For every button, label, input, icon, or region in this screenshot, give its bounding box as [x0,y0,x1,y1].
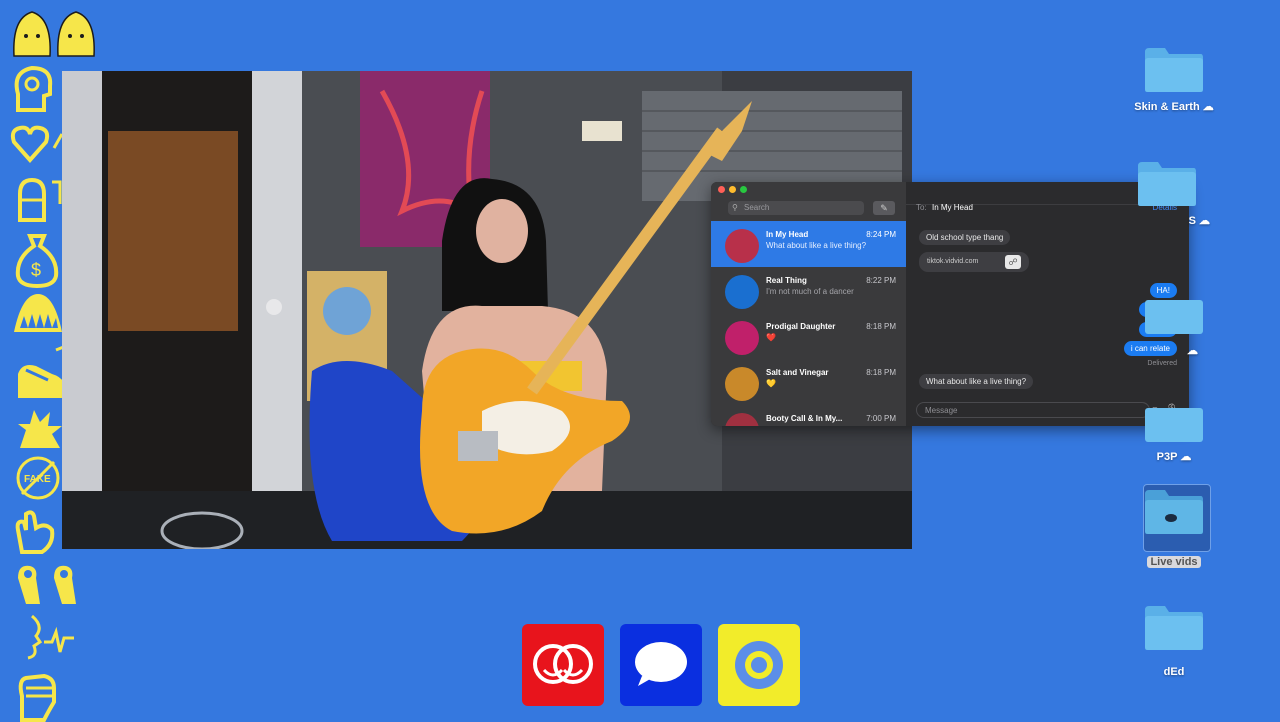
avatar [725,275,759,309]
svg-text:$: $ [31,260,41,280]
conversation-name: Real Thing [766,276,807,285]
conversation-item[interactable]: Salt and Vinegar 8:18 PM 💛 [711,359,906,405]
folder-label: P3P [1156,451,1178,463]
conversation-name: Salt and Vinegar [766,368,829,377]
no-fake-icon: FAKE [14,454,64,504]
messages-app-icon[interactable] [620,624,702,706]
link-icon: ☍ [1005,255,1021,269]
money-bag-icon: $ [14,232,60,288]
folder-icon [1136,160,1198,208]
conversation-preview: I'm not much of a dancer [766,287,854,296]
cloud-icon: ☁ [1187,345,1198,357]
message-bubble: i can relate [1123,341,1177,356]
link-preview[interactable]: tiktok.vidvid.com ☍ [919,252,1029,272]
explosion-icon [16,408,64,452]
heart-icon [10,124,66,164]
folder-icon [1143,604,1205,652]
swirl-app-icon[interactable] [718,624,800,706]
cloud-icon: ☁ [1202,101,1214,113]
folder-label: dEd [1163,666,1185,678]
conversation-time: 8:22 PM [866,276,896,285]
folder-skin-earth[interactable]: Skin & Earth ☁ [1129,46,1219,113]
conversation-time: 7:00 PM [866,414,896,423]
smiley-app-icon[interactable] [522,624,604,706]
conversation-item[interactable]: Prodigal Daughter 8:18 PM ❤️ [711,313,906,359]
snap-hand-icon [12,508,62,556]
conversation-item[interactable]: In My Head 8:24 PM What about like a liv… [711,221,906,267]
close-button[interactable] [718,186,725,193]
minimize-button[interactable] [729,186,736,193]
folder-label: Live vids [1147,556,1201,568]
messages-window[interactable]: ⚲ Search ✎ In My Head 8:24 PM What about… [711,182,1189,426]
folder-label: S [1188,215,1196,227]
conversation-preview: ❤️ [766,333,776,342]
message-bubble: Old school type thang [919,230,1011,245]
folder-unnamed[interactable]: ☁ [1129,288,1219,357]
face-pulse-icon [18,612,78,662]
conversation-item[interactable]: Booty Call & In My... 7:00 PM [711,405,906,426]
conversation-item[interactable]: Real Thing 8:22 PM I'm not much of a dan… [711,267,906,313]
compose-icon: ✎ [880,203,888,213]
conversation-preview: What about like a live thing? [766,241,867,250]
search-icon: ⚲ [732,203,738,212]
twin-heads-icon [10,8,100,58]
conversation-time: 8:18 PM [866,322,896,331]
folder-ded[interactable]: dEd [1129,604,1219,678]
link-text: tiktok.vidvid.com [927,258,979,265]
conversation-time: 8:24 PM [866,230,896,239]
salt-shaker-icon [14,174,64,224]
avatar [725,321,759,355]
recipient-name: In My Head [932,203,973,212]
folder-live-vids[interactable]: Live vids [1129,484,1219,568]
folder-s[interactable]: S ☁ [1122,160,1212,227]
conversation-time: 8:18 PM [866,368,896,377]
conversation-preview: 💛 [766,379,776,388]
folder-label: Skin & Earth [1134,101,1200,113]
window-controls [718,186,751,195]
sneaker-icon [12,344,68,404]
conversation-name: Booty Call & In My... [766,414,843,423]
conversation-name: In My Head [766,230,809,239]
folder-icon [1143,288,1205,336]
folder-icon [1143,488,1205,536]
message-input[interactable]: Message [916,402,1150,418]
conversation-sidebar: ⚲ Search ✎ In My Head 8:24 PM What about… [711,182,906,426]
conversation-name: Prodigal Daughter [766,322,836,331]
brain-head-icon [10,64,54,112]
avatar [725,367,759,401]
ok-hands-icon [14,558,88,608]
zoom-button[interactable] [740,186,747,193]
folder-p3p[interactable]: P3P ☁ [1129,396,1219,463]
search-input[interactable]: ⚲ Search [728,201,864,215]
folder-icon [1143,396,1205,444]
message-bubble: What about like a live thing? [919,374,1034,389]
fist-icon [14,666,60,722]
compose-button[interactable]: ✎ [873,201,895,215]
avatar [725,413,759,426]
avatar [725,229,759,263]
teeth-icon [12,292,64,336]
delivered-status: Delivered [1147,360,1177,367]
to-label: To: [916,203,927,212]
folder-icon [1143,46,1205,94]
cloud-icon: ☁ [1180,451,1192,463]
cloud-icon: ☁ [1199,215,1210,227]
